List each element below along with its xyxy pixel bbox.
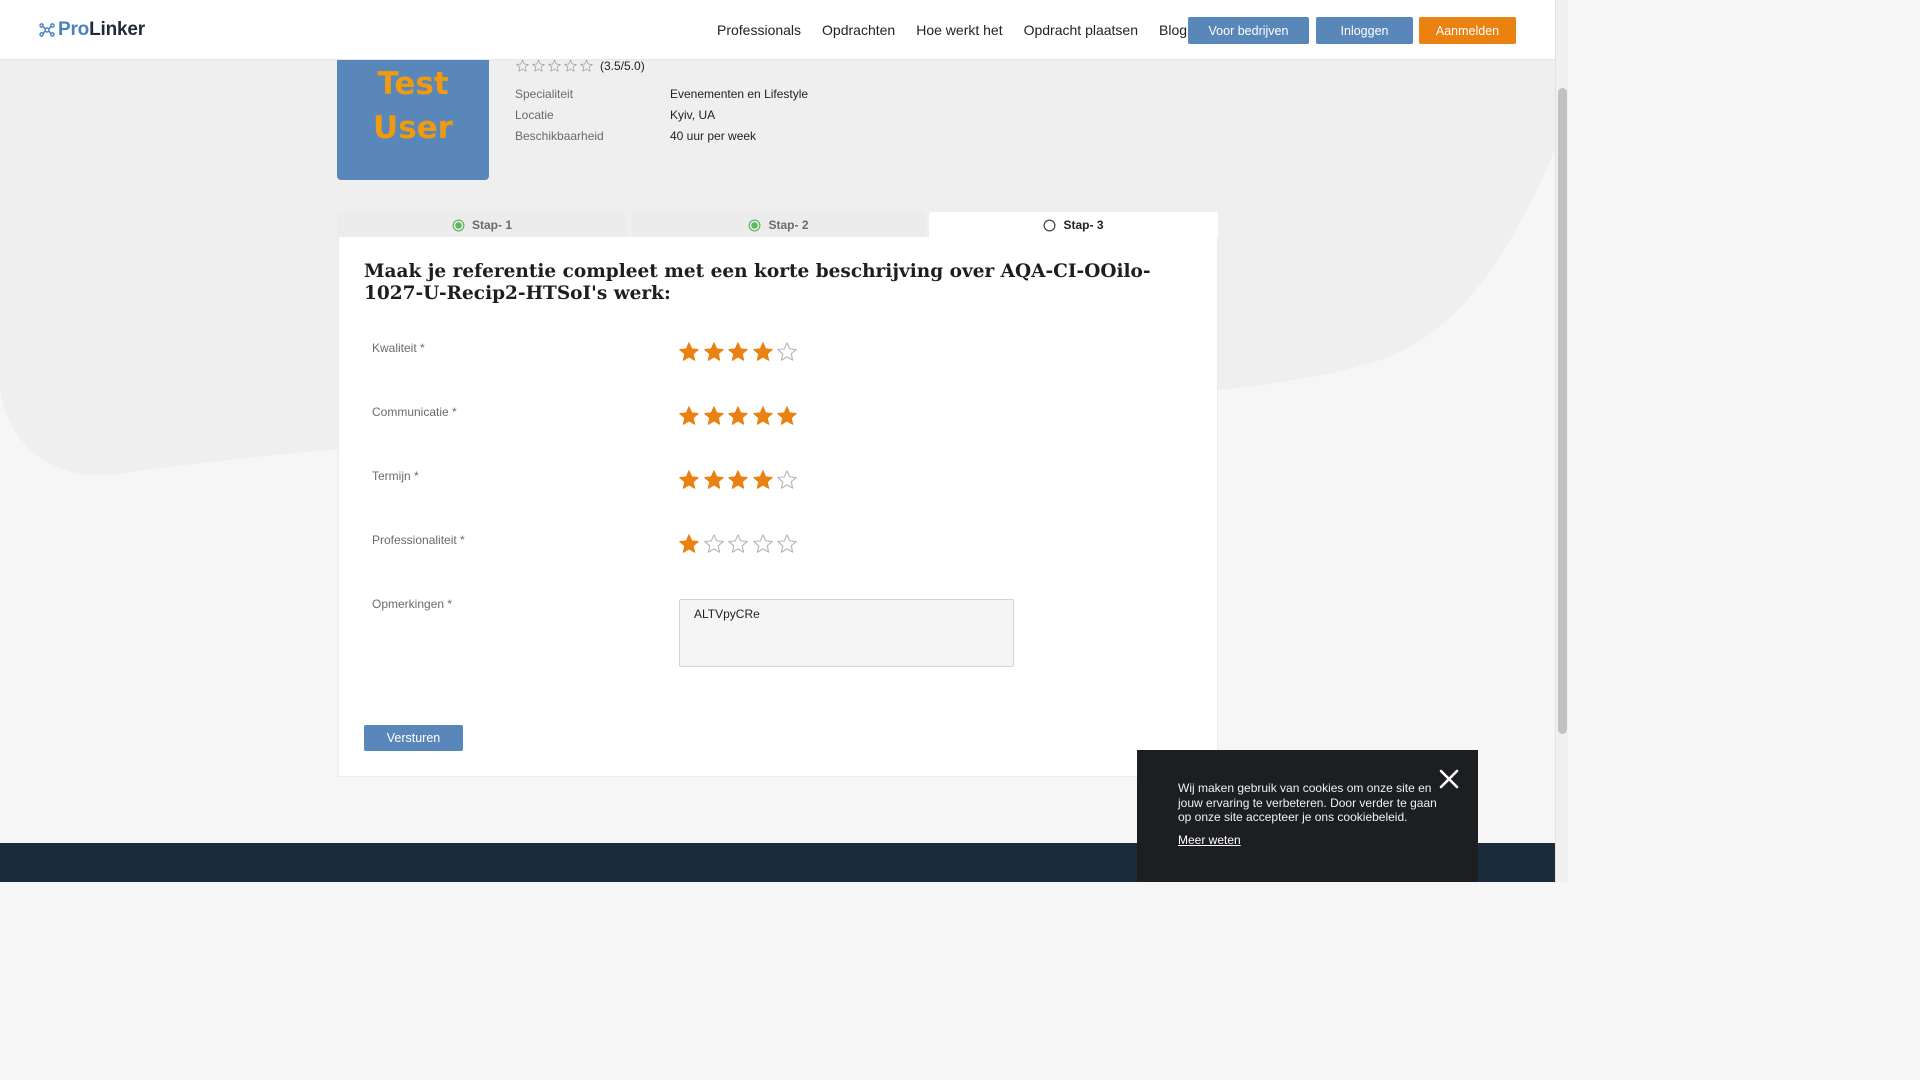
star-filled-icon[interactable]: [752, 405, 774, 427]
communication-stars[interactable]: [678, 405, 801, 427]
reference-form-card: Maak je referentie compleet met een kort…: [338, 237, 1218, 777]
star-filled-icon[interactable]: [727, 341, 749, 363]
star-outline-icon: [580, 59, 593, 72]
star-filled-icon[interactable]: [703, 405, 725, 427]
avatar-text-line1: Test: [377, 66, 449, 102]
cookie-learn-more-link[interactable]: Meer weten: [1178, 833, 1241, 847]
rating-text: (3.5/5.0): [600, 59, 645, 73]
star-filled-icon[interactable]: [678, 469, 700, 491]
form-title: Maak je referentie compleet met een kort…: [364, 261, 1151, 304]
prolinker-logo[interactable]: ProLinker: [38, 18, 145, 42]
nav-blog[interactable]: Blog: [1159, 22, 1187, 38]
remarks-label: Opmerkingen *: [372, 597, 453, 611]
submit-button[interactable]: Versturen: [364, 725, 463, 751]
star-filled-icon[interactable]: [752, 341, 774, 363]
nav-professionals[interactable]: Professionals: [717, 22, 801, 38]
profile-info: (3.5/5.0) Specialiteit Evenementen en Li…: [515, 58, 808, 143]
logo-wordmark: ProLinker: [58, 19, 145, 40]
detail-value: Kyiv, UA: [670, 108, 716, 122]
nav-opdrachten[interactable]: Opdrachten: [822, 22, 895, 38]
profile-rating: (3.5/5.0): [515, 58, 645, 74]
detail-value: 40 uur per week: [670, 129, 757, 143]
rating-stars: [515, 59, 595, 73]
deadline-stars[interactable]: [678, 469, 801, 491]
detail-label: Beschikbaarheid: [515, 129, 604, 143]
nav-opdracht-plaatsen[interactable]: Opdracht plaatsen: [1024, 22, 1138, 38]
detail-label: Locatie: [515, 108, 554, 122]
logo-snowflake-icon: [39, 23, 55, 37]
detail-availability: Beschikbaarheid 40 uur per week: [515, 129, 756, 143]
signup-button[interactable]: Aanmelden: [1419, 17, 1516, 44]
deadline-label: Termijn *: [372, 469, 419, 483]
detail-value: Evenementen en Lifestyle: [670, 87, 809, 101]
star-filled-icon[interactable]: [678, 533, 700, 555]
page-scrollbar[interactable]: [1555, 0, 1568, 882]
professionalism-stars[interactable]: [678, 533, 801, 555]
star-filled-icon[interactable]: [727, 469, 749, 491]
for-companies-button[interactable]: Voor bedrijven: [1188, 17, 1309, 44]
star-empty-icon[interactable]: [776, 341, 798, 363]
star-empty-icon[interactable]: [776, 533, 798, 555]
star-empty-icon[interactable]: [727, 533, 749, 555]
login-button[interactable]: Inloggen: [1316, 17, 1413, 44]
step-tabs: Stap- 1 Stap- 2 Stap- 3: [337, 212, 1218, 238]
star-filled-icon[interactable]: [703, 469, 725, 491]
tab-label: Stap- 1: [471, 218, 512, 232]
avatar-text-line2: User: [373, 110, 453, 146]
star-outline-icon: [548, 59, 561, 72]
star-outline-icon: [532, 59, 545, 72]
star-empty-icon[interactable]: [776, 469, 798, 491]
top-header: ProLinker Professionals Opdrachten Hoe w…: [0, 0, 1555, 60]
nav-hoe-werkt-het[interactable]: Hoe werkt het: [916, 22, 1002, 38]
star-outline-icon: [516, 59, 529, 72]
cookie-text: Wij maken gebruik van cookies om onze si…: [1178, 781, 1437, 824]
tab-step-2[interactable]: Stap- 2: [632, 212, 925, 238]
star-filled-icon[interactable]: [703, 341, 725, 363]
tab-step-1[interactable]: Stap- 1: [337, 212, 627, 238]
detail-specialty: Specialiteit Evenementen en Lifestyle: [515, 87, 808, 101]
star-outline-icon: [564, 59, 577, 72]
check-circle-icon: [452, 219, 465, 231]
remarks-textarea[interactable]: [679, 599, 1014, 667]
tab-label: Stap- 2: [768, 218, 809, 232]
detail-label: Specialiteit: [515, 87, 574, 101]
empty-circle-icon: [1043, 219, 1056, 231]
check-circle-icon: [748, 219, 761, 231]
star-empty-icon[interactable]: [703, 533, 725, 555]
star-filled-icon[interactable]: [678, 341, 700, 363]
quality-label: Kwaliteit *: [372, 341, 425, 355]
tab-step-3[interactable]: Stap- 3: [929, 212, 1218, 238]
star-empty-icon[interactable]: [752, 533, 774, 555]
quality-stars[interactable]: [678, 341, 801, 363]
star-filled-icon[interactable]: [678, 405, 700, 427]
cookie-banner: Wij maken gebruik van cookies om onze si…: [1137, 750, 1478, 882]
star-filled-icon[interactable]: [776, 405, 798, 427]
detail-location: Locatie Kyiv, UA: [515, 108, 715, 122]
star-filled-icon[interactable]: [727, 405, 749, 427]
professionalism-label: Professionaliteit *: [372, 533, 465, 547]
scrollbar-thumb[interactable]: [1558, 88, 1567, 734]
star-filled-icon[interactable]: [752, 469, 774, 491]
communication-label: Communicatie *: [372, 405, 457, 419]
main-nav: Professionals Opdrachten Hoe werkt het O…: [717, 0, 1208, 60]
tab-label: Stap- 3: [1063, 218, 1104, 232]
